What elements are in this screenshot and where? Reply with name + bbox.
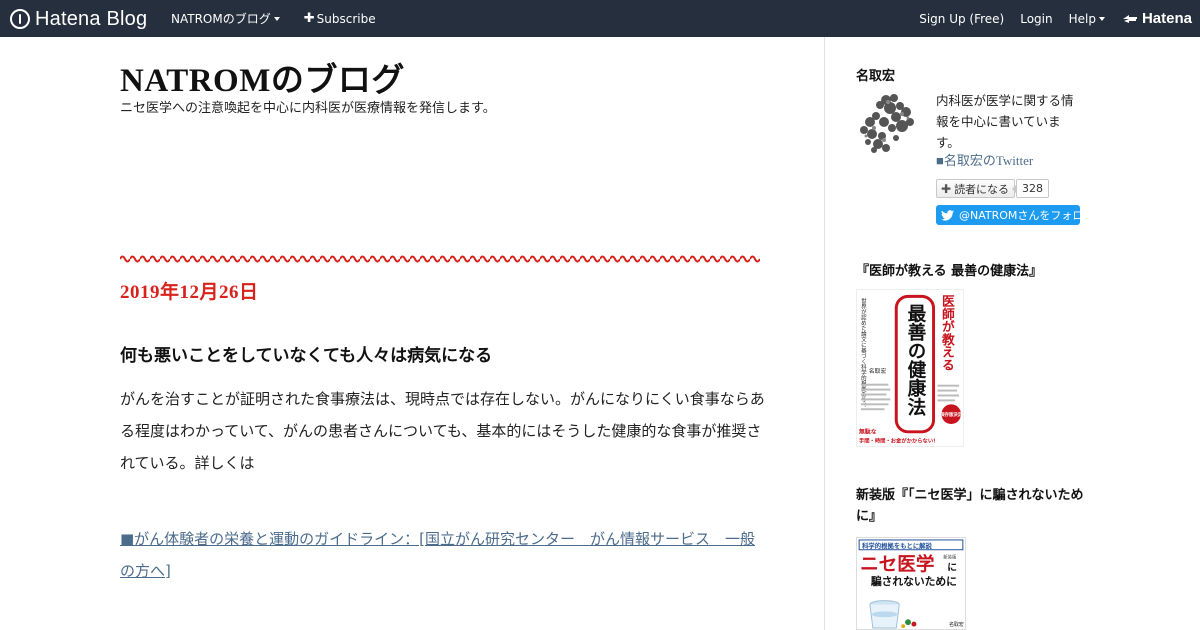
header-right-nav: Sign Up (Free) Login Help Hatena bbox=[919, 0, 1192, 37]
signup-link[interactable]: Sign Up (Free) bbox=[919, 12, 1004, 26]
book2-title-main: ニセ医学 bbox=[860, 553, 934, 575]
follow-label: @NATROMさんをフォロー bbox=[959, 209, 1080, 222]
book1-title-big: 最善の健康法 bbox=[904, 304, 925, 417]
hatena-wing-icon bbox=[1122, 14, 1137, 23]
blog-menu-dropdown[interactable]: NATROMのブログ bbox=[171, 10, 280, 27]
subscribe-reader-label: 読者になる bbox=[954, 182, 1010, 196]
book1-author: 名取宏 bbox=[869, 367, 887, 375]
plus-icon: ✚ bbox=[941, 181, 952, 196]
book1-badge: 保存版決定 bbox=[939, 411, 963, 418]
book2-edition: 新装版 bbox=[943, 554, 957, 561]
subscribe-reader-button[interactable]: ✚ 読者になる bbox=[936, 179, 1016, 198]
book2-title-ni: に bbox=[947, 561, 957, 573]
blog-description: ニセ医学への注意喚起を中心に内科医が医療情報を発信します。 bbox=[120, 101, 496, 116]
book2-cover[interactable]: 科学的根拠をもとに解説 新装版 ニセ医学 に 騙されないために 名取宏 bbox=[856, 537, 966, 630]
hatena-blog-logo[interactable]: Hatena Blog bbox=[10, 7, 147, 31]
book1-heading: 『医師が教える 最善の健康法』 bbox=[856, 264, 1043, 279]
subscribe-link[interactable]: ✚ Subscribe bbox=[304, 11, 376, 26]
help-label: Help bbox=[1068, 11, 1096, 26]
twitter-follow-button[interactable]: @NATROMさんをフォロー bbox=[936, 205, 1080, 225]
profile-heading: 名取宏 bbox=[856, 69, 896, 84]
help-dropdown[interactable]: Help bbox=[1069, 12, 1105, 26]
blog-menu-label: NATROMのブログ bbox=[171, 12, 271, 26]
header-left-nav: NATROMのブログ ✚ Subscribe bbox=[171, 0, 376, 37]
blog-title[interactable]: NATROMのブログ bbox=[120, 53, 405, 101]
hatena-blog-icon bbox=[10, 9, 30, 29]
chevron-down-icon bbox=[1098, 16, 1105, 21]
column-divider bbox=[824, 37, 825, 630]
entry-external-link[interactable]: ■がん体験者の栄養と運動のガイドライン：[国立がん研究センター がん情報サービス… bbox=[120, 523, 770, 587]
book1-bottom-line1: 無駄な bbox=[859, 428, 877, 436]
hatena-label: Hatena bbox=[1141, 10, 1192, 27]
entry-body: がんを治すことが証明された食事療法は、現時点では存在しない。がんになりにくい食事… bbox=[120, 390, 765, 472]
book2-top-banner: 科学的根拠をもとに解説 bbox=[862, 541, 932, 550]
login-link[interactable]: Login bbox=[1020, 12, 1052, 26]
twitter-bird-icon bbox=[941, 209, 954, 221]
book2-title-sub: 騙されないために bbox=[871, 575, 957, 588]
book2-heading: 新装版『「ニセ医学」に騙されないために』 bbox=[856, 488, 1084, 524]
reader-count-badge: 328 bbox=[1012, 179, 1049, 198]
entry-title[interactable]: 何も悪いことをしていなくても人々は病気になる bbox=[120, 341, 492, 366]
hatena-logo[interactable]: Hatena bbox=[1122, 10, 1192, 27]
book2-author: 名取宏 bbox=[949, 621, 964, 628]
book1-bottom-line2: 手間・時間・お金がかからない! bbox=[859, 437, 936, 445]
book1-title-side: 医師が教える bbox=[939, 294, 955, 371]
chevron-down-icon bbox=[273, 16, 280, 21]
entry-date[interactable]: 2019年12月26日 bbox=[120, 277, 259, 304]
global-header: Hatena Blog NATROMのブログ ✚ Subscribe Sign … bbox=[0, 0, 1200, 37]
decorative-wave-divider bbox=[120, 253, 760, 263]
brand-name: Hatena Blog bbox=[35, 7, 148, 30]
profile-description: 内科医が医学に関する情報を中心に書いています。 bbox=[936, 93, 1074, 150]
profile-avatar[interactable] bbox=[856, 90, 918, 158]
book1-blurb: 世界が認めた論文に基づく科学的根拠あり！ bbox=[860, 297, 867, 408]
twitter-profile-link[interactable]: ■名取宏のTwitter bbox=[936, 150, 1033, 169]
plus-icon: ✚ bbox=[303, 11, 315, 26]
subscribe-label: Subscribe bbox=[316, 11, 376, 26]
book1-cover[interactable]: 世界が認めた論文に基づく科学的根拠あり！ 名取宏 最善の健康法 医師が教える 保… bbox=[856, 289, 964, 447]
